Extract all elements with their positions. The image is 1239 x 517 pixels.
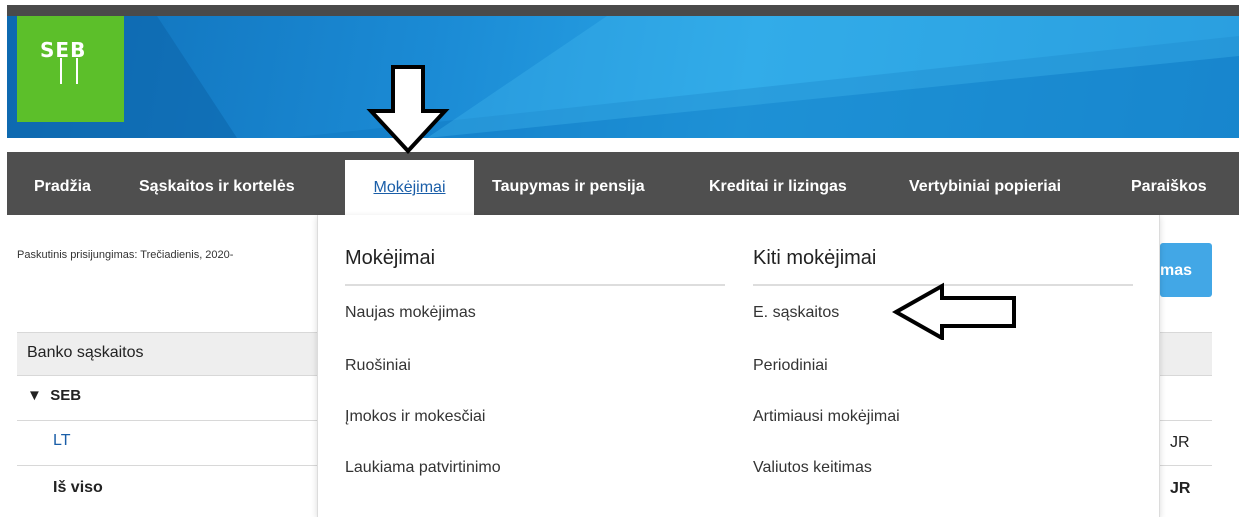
accounts-header-label: Banko sąskaitos (27, 344, 144, 361)
nav-item-taupymas[interactable]: Taupymas ir pensija (492, 152, 645, 215)
dropdown-heading-other-payments: Kiti mokėjimai (753, 247, 877, 269)
seb-logo-text: SEB (40, 38, 87, 62)
header-banner (7, 16, 1239, 138)
nav-item-paraiskos[interactable]: Paraiškos (1131, 152, 1207, 215)
heading-divider (345, 284, 725, 286)
last-login-text: Paskutinis prisijungimas: Trečiadienis, … (17, 249, 234, 261)
logo-separator (76, 58, 78, 84)
nav-item-mokejimai[interactable]: Mokėjimai (345, 160, 474, 215)
banner-decoration (7, 16, 1239, 138)
group-row-seb[interactable]: ▼ SEB (27, 387, 81, 404)
account-amount: JR (1170, 434, 1190, 451)
menu-item-e-invoices[interactable]: E. sąskaitos (753, 304, 839, 322)
dropdown-heading-payments: Mokėjimai (345, 247, 436, 269)
menu-item-currency-exchange[interactable]: Valiutos keitimas (753, 459, 872, 477)
account-link-lt[interactable]: LT (53, 432, 70, 450)
top-bar (7, 5, 1239, 16)
logo-separator (60, 58, 62, 84)
down-arrow-icon (366, 65, 450, 154)
menu-item-pending-approval[interactable]: Laukiama patvirtinimo (345, 459, 501, 477)
left-arrow-icon (892, 282, 1016, 340)
menu-item-periodic[interactable]: Periodiniai (753, 357, 828, 375)
page: SEB Pradžia Sąskaitos ir kortelės Mokėji… (0, 0, 1239, 517)
nav-item-vertybiniai[interactable]: Vertybiniai popieriai (909, 152, 1061, 215)
total-amount: JR (1170, 480, 1191, 497)
menu-item-templates[interactable]: Ruošiniai (345, 357, 411, 375)
action-button-label: mas (1160, 262, 1193, 279)
nav-item-pradzia[interactable]: Pradžia (34, 152, 91, 215)
nav-item-saskaitos[interactable]: Sąskaitos ir kortelės (139, 152, 295, 215)
menu-item-new-payment[interactable]: Naujas mokėjimas (345, 304, 476, 322)
menu-item-bills-taxes[interactable]: Įmokos ir mokesčiai (345, 408, 485, 426)
total-label: Iš viso (53, 479, 103, 496)
seb-logo[interactable] (17, 16, 124, 122)
nav-item-kreditai[interactable]: Kreditai ir lizingas (709, 152, 847, 215)
triangle-down-icon: ▼ (27, 387, 42, 404)
group-label: SEB (50, 387, 82, 404)
menu-item-upcoming-payments[interactable]: Artimiausi mokėjimai (753, 408, 900, 426)
